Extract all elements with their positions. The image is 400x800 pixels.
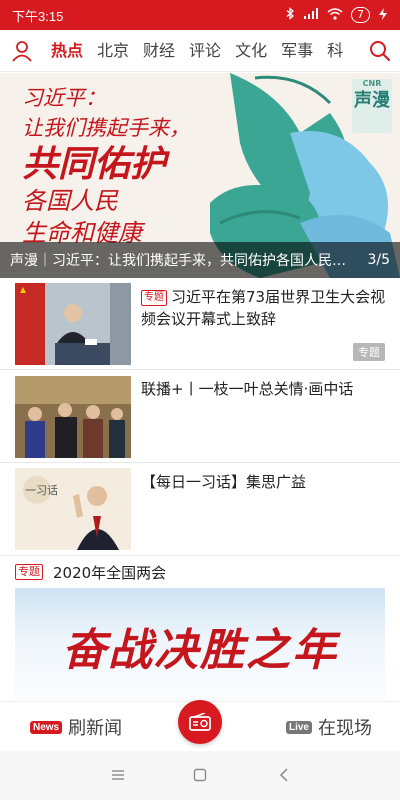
live-label: 在现场 [318,718,372,739]
news-title-text: 联播+丨一枝一叶总关情·画中话 [141,380,354,398]
system-nav-bar [0,751,400,800]
tab-science[interactable]: 科 [320,30,350,72]
topic-banner[interactable]: 奋战决胜之年 [15,588,385,701]
topic-header[interactable]: 专题 2020年全国两会 [0,556,400,588]
hero-line: 习近平： [22,86,106,110]
home-icon[interactable] [190,765,210,785]
wifi-icon [327,7,343,23]
tab-hot[interactable]: 热点 [44,30,90,72]
topic-title: 2020年全国两会 [53,563,167,582]
topic-banner-text: 奋战决胜之年 [62,625,338,676]
profile-button[interactable] [0,30,44,72]
svg-text:一习话: 一习话 [25,484,58,497]
charging-icon [378,7,388,23]
status-bar: 下午3:15 7 [0,0,400,30]
tab-culture[interactable]: 文化 [228,30,274,72]
hero-caption-bar: 声漫｜习近平：让我们携起手来，共同佑护各国人民生命和健康 3/5 [0,242,400,278]
app-header: 热点 北京 财经 评论 文化 军事 科 [0,30,400,72]
refresh-news-button[interactable]: News 刷新闻 [30,714,122,740]
bluetooth-icon [286,7,295,23]
news-item[interactable]: 联播+丨一枝一叶总关情·画中话 [0,370,400,463]
hero-logo-small: CNR [362,79,382,88]
channel-tabs: 热点 北京 财经 评论 文化 军事 科 [44,30,360,72]
tab-commentary[interactable]: 评论 [182,30,228,72]
hero-carousel[interactable]: 习近平： 让我们携起手来， 共同佑护 各国人民 生命和健康 CNR 声漫 声漫｜… [0,73,400,278]
hero-line: 共同佑护 [22,143,167,185]
bottom-nav: News 刷新闻 Live 在现场 [0,700,400,751]
status-time: 下午3:15 [12,8,64,24]
news-item[interactable]: 一习话 【每日一习话】集思广益 [0,463,400,556]
battery-icon: 7 [351,7,370,23]
news-badge-icon: News [30,720,63,734]
news-thumbnail: 一习话 [15,468,131,550]
news-title: 联播+丨一枝一叶总关情·画中话 [141,378,386,400]
hero-line: 各国人民 [22,187,118,215]
hero-line: 让我们携起手来， [22,116,190,140]
radio-button[interactable] [178,700,222,744]
topic-tag: 专题 [141,290,167,306]
live-badge-icon: Live [285,720,312,734]
back-icon[interactable] [274,765,294,785]
tab-military[interactable]: 军事 [274,30,320,72]
topic-badge: 专题 [353,343,385,361]
news-title: 【每日一习话】集思广益 [141,471,386,493]
news-item[interactable]: 专题 习近平在第73届世界卫生大会视频会议开幕式上致辞 专题 [0,278,400,370]
signal-icon [303,7,319,23]
hero-logo: CNR 声漫 [352,79,392,133]
tab-finance[interactable]: 财经 [136,30,182,72]
hero-logo-text: 声漫 [354,90,390,111]
search-icon [370,40,391,61]
tab-beijing[interactable]: 北京 [90,30,136,72]
hero-calligraphy: 习近平： 让我们携起手来， 共同佑护 各国人民 生命和健康 [22,83,190,249]
radio-icon [189,713,211,731]
news-thumbnail [15,376,131,458]
hero-counter: 3/5 [367,252,390,268]
refresh-news-label: 刷新闻 [68,718,123,739]
hero-caption[interactable]: 声漫｜习近平：让我们携起手来，共同佑护各国人民生命和健康 [10,250,359,270]
menu-icon[interactable] [108,765,128,785]
topic-tag: 专题 [15,564,43,580]
status-icons: 7 [286,7,388,23]
search-button[interactable] [360,30,400,72]
news-title-text: 习近平在第73届世界卫生大会视频会议开幕式上致辞 [141,288,386,328]
live-button[interactable]: Live 在现场 [285,714,372,740]
news-thumbnail [15,283,131,365]
news-title: 专题 习近平在第73届世界卫生大会视频会议开幕式上致辞 [141,286,386,330]
user-icon [12,40,32,62]
news-title-text: 【每日一习话】集思广益 [141,473,307,491]
